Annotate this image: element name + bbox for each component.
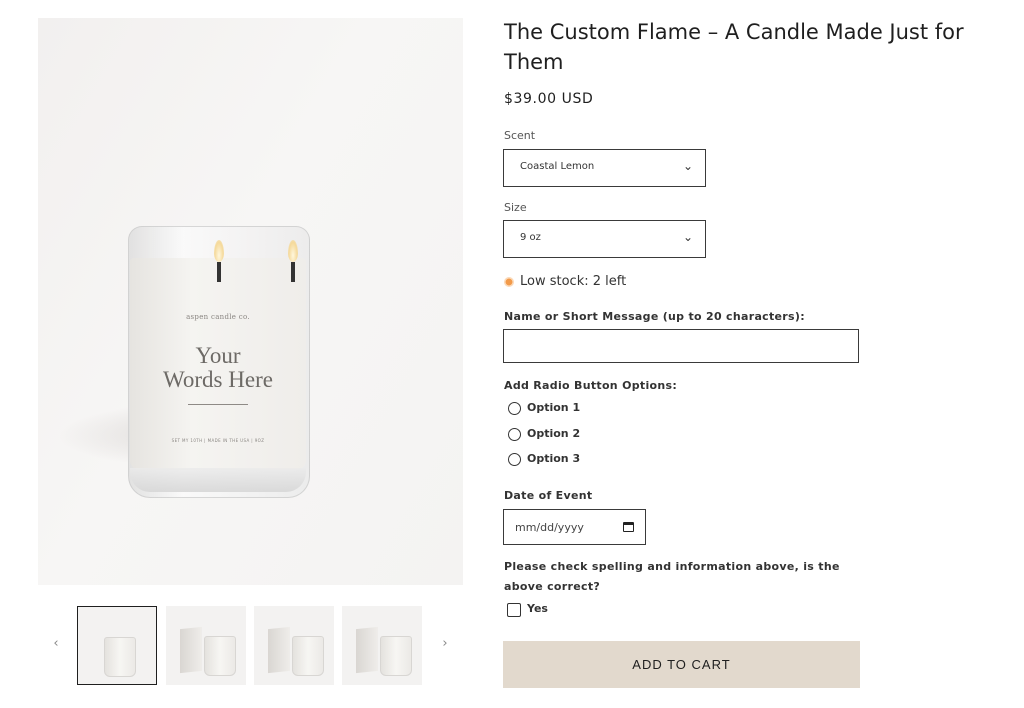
thumbnail-candle [292, 636, 324, 676]
calendar-icon[interactable] [623, 522, 634, 532]
candle-label-line1: Your [195, 343, 241, 368]
stock-status: Low stock: 2 left [520, 274, 627, 289]
candle-wick-right [291, 262, 295, 282]
size-label: Size [504, 201, 527, 214]
date-placeholder: mm/dd/yyyy [515, 521, 584, 534]
product-price: $39.00 USD [504, 91, 594, 107]
confirm-checkbox-label[interactable]: Yes [527, 602, 548, 615]
scent-select[interactable]: Coastal Lemon ⌄ [503, 149, 706, 187]
thumbnail-candle [204, 636, 236, 676]
candle-label-text: Your Words Here [130, 344, 306, 392]
thumbnail-3[interactable] [254, 606, 334, 685]
thumbnail-candle [104, 637, 136, 677]
thumbnail-candle [380, 636, 412, 676]
radio-option-3-label[interactable]: Option 3 [527, 452, 580, 465]
candle-label-divider [188, 404, 248, 405]
size-value: 9 oz [520, 232, 541, 243]
radio-option-2-label[interactable]: Option 2 [527, 427, 580, 440]
chevron-down-icon: ⌄ [682, 230, 693, 244]
thumbnail-box [268, 626, 290, 674]
message-label: Name or Short Message (up to 20 characte… [504, 310, 805, 323]
confirm-label: Please check spelling and information ab… [504, 560, 840, 593]
scent-value: Coastal Lemon [520, 161, 595, 172]
thumbnail-prev-arrow[interactable]: ‹ [49, 636, 63, 656]
candle-brand-text: aspen candle co. [186, 313, 250, 321]
chevron-down-icon: ⌄ [682, 159, 693, 173]
radio-option-1[interactable] [508, 402, 521, 415]
product-title: The Custom Flame – A Candle Made Just fo… [504, 20, 964, 74]
candle-jar-base [130, 468, 306, 492]
candle-wick-left [217, 262, 221, 282]
confirm-checkbox[interactable] [507, 603, 521, 617]
candle-small-print: SET MY 10TH | MADE IN THE USA | 9OZ [171, 438, 265, 443]
candle-flame-right [288, 240, 298, 262]
thumbnail-2[interactable] [166, 606, 246, 685]
thumbnail-1[interactable] [77, 606, 157, 685]
date-label: Date of Event [504, 489, 593, 502]
radio-group-label: Add Radio Button Options: [504, 379, 678, 392]
radio-option-2[interactable] [508, 428, 521, 441]
add-to-cart-button[interactable]: ADD TO CART [503, 641, 860, 688]
size-select[interactable]: 9 oz ⌄ [503, 220, 706, 258]
radio-option-3[interactable] [508, 453, 521, 466]
thumbnail-next-arrow[interactable]: › [438, 636, 452, 656]
message-input[interactable] [503, 329, 859, 363]
thumbnail-box [356, 626, 378, 674]
scent-label: Scent [504, 129, 536, 142]
candle-flame-left [214, 240, 224, 262]
low-stock-icon [504, 277, 514, 287]
thumbnail-4[interactable] [342, 606, 422, 685]
radio-option-1-label[interactable]: Option 1 [527, 401, 580, 414]
thumbnail-box [180, 626, 202, 674]
date-input[interactable]: mm/dd/yyyy [503, 509, 646, 545]
candle-label-line2: Words Here [163, 367, 273, 392]
